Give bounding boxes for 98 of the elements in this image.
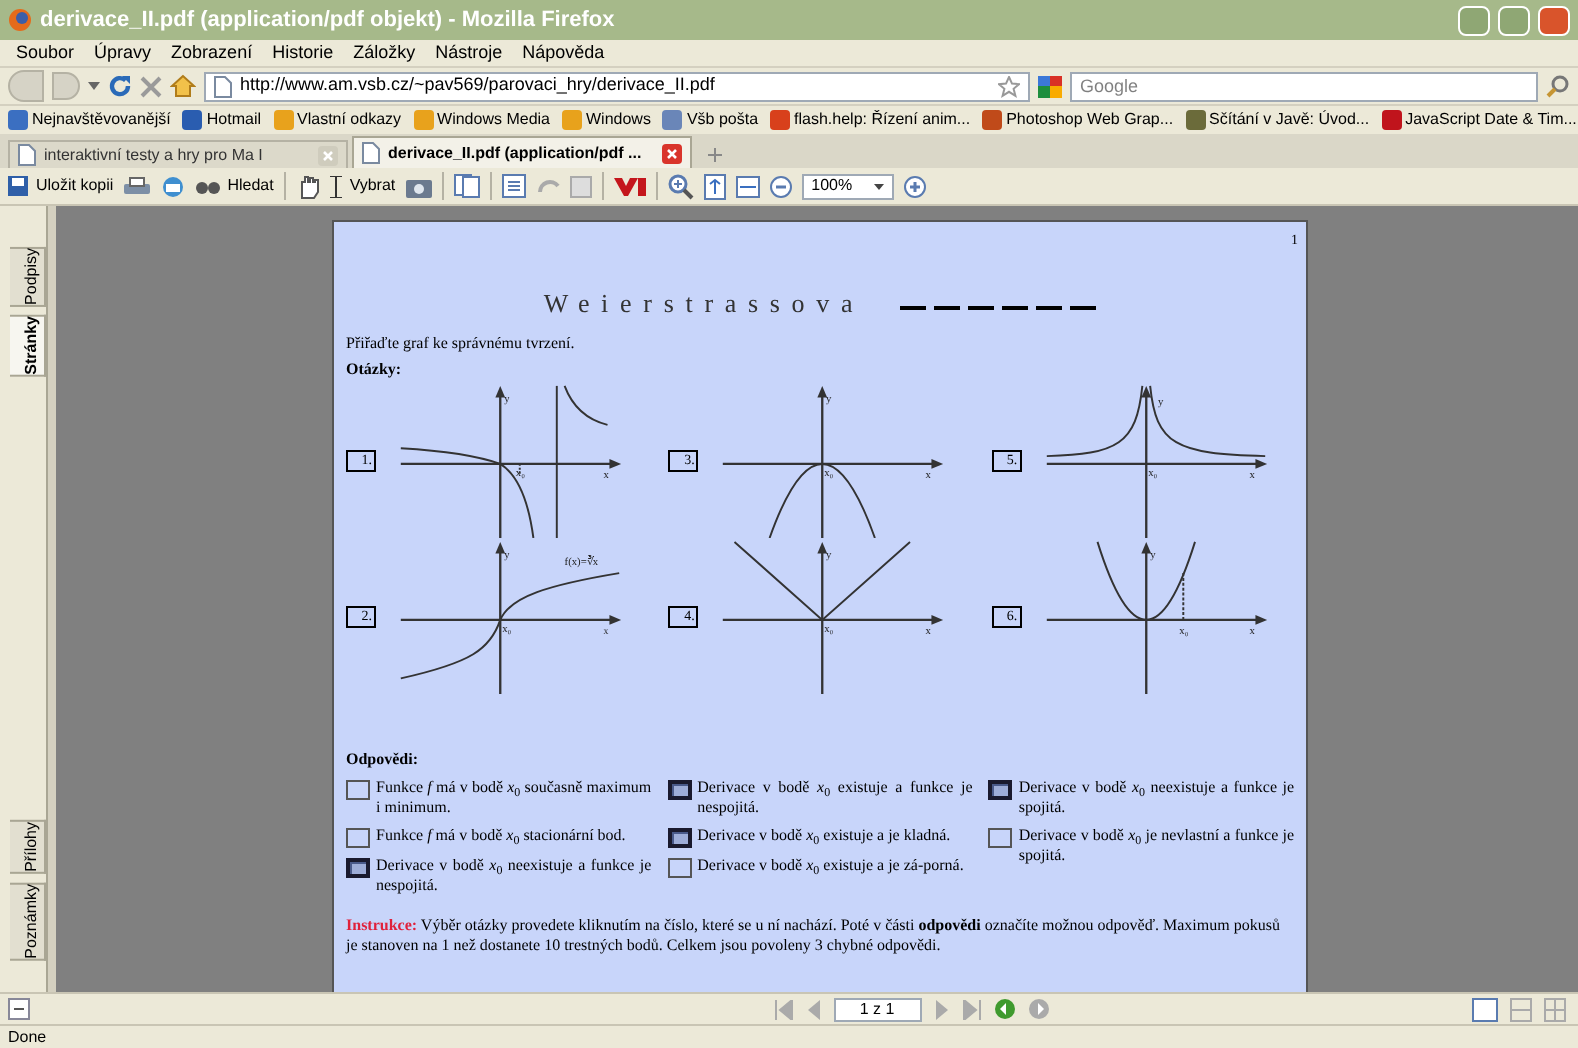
bookmark-item[interactable]: Všb pošta xyxy=(662,108,759,132)
answer-checkbox[interactable] xyxy=(667,780,692,800)
bookmark-item[interactable]: JavaScript Date & Tim... xyxy=(1381,108,1577,132)
minimize-button[interactable] xyxy=(1458,5,1490,35)
bookmark-item[interactable]: Sčítání v Javě: Úvod... xyxy=(1185,108,1370,132)
favicon-icon xyxy=(8,110,28,130)
puzzle-title: Weierstrassova xyxy=(543,294,865,314)
search-engine-icon[interactable] xyxy=(1038,75,1062,97)
page-icon xyxy=(362,142,380,164)
answer-text: Derivace v bodě x$_{0}$ existuje a funkce je nespojitá. xyxy=(697,778,973,818)
forward-view-icon[interactable] xyxy=(1027,998,1049,1020)
find-button[interactable]: Hledat xyxy=(195,174,274,198)
answer-checkbox[interactable] xyxy=(346,828,370,848)
close-button[interactable] xyxy=(1538,5,1570,35)
questions-heading: Otázky: xyxy=(346,360,404,380)
caret-icon xyxy=(873,183,884,189)
text-cursor-icon xyxy=(329,175,342,197)
url-text: http://www.am.vsb.cz/~pav569/parovaci_hry/derivace_II.pdf xyxy=(240,72,717,99)
favicon-icon xyxy=(662,110,683,130)
answer-text: Derivace v bodě x$_{0}$ neexistuje a funkce je spojitá. xyxy=(1018,778,1294,818)
favicon-icon xyxy=(413,110,434,130)
printer-icon[interactable] xyxy=(123,175,150,197)
answer-checkbox[interactable] xyxy=(667,828,692,848)
fit-width-icon[interactable] xyxy=(735,175,760,197)
select-button[interactable]: Vybrat xyxy=(329,174,396,198)
search-field[interactable]: Google xyxy=(1070,71,1538,101)
answer-text: Funkce f má v bodě x$_{0}$ současně maximum i minimum. xyxy=(376,778,652,818)
page-icon xyxy=(214,75,232,97)
menu-item[interactable]: Soubor xyxy=(16,39,75,67)
answer-checkbox[interactable] xyxy=(346,858,370,878)
menu-item[interactable]: Zobrazení xyxy=(171,39,253,67)
browser-logo-icon xyxy=(8,8,32,32)
browser-tab[interactable]: interaktivní testy a hry pro Ma I xyxy=(8,140,348,168)
zoom-field[interactable]: 100% xyxy=(801,173,894,199)
answer-checkbox[interactable] xyxy=(346,780,370,800)
page-icon xyxy=(18,144,36,166)
answer-text: Derivace v bodě x$_{0}$ existuje a je zá-porná. xyxy=(697,856,964,876)
bookmark-item[interactable]: Vlastní odkazy xyxy=(273,108,402,132)
answer-checkbox[interactable] xyxy=(988,780,1013,800)
hand-icon[interactable] xyxy=(295,173,320,199)
maximize-button[interactable] xyxy=(1498,5,1530,35)
home-icon[interactable] xyxy=(170,74,196,98)
curve-drawing xyxy=(1095,540,1196,621)
answer-text: Derivace v bodě x$_{0}$ neexistuje a funkce je nespojitá. xyxy=(376,856,652,896)
answer-text: Derivace v bodě x$_{0}$ existuje a je kladná. xyxy=(697,826,951,846)
menu-item[interactable]: Nástroje xyxy=(435,39,503,67)
close-tab-icon[interactable] xyxy=(662,143,682,163)
side-tab[interactable]: Podpisy xyxy=(10,246,46,307)
address-field[interactable]: http://www.am.vsb.cz/~pav569/parovaci_hry/derivace_II.pdf xyxy=(204,71,1030,101)
browser-tab[interactable]: derivace_II.pdf (application/pdf ... xyxy=(352,136,692,168)
side-tab[interactable]: Přílohy xyxy=(10,819,46,874)
zoom-out-icon[interactable] xyxy=(769,175,792,197)
bookmark-item[interactable]: Hotmail xyxy=(182,108,261,132)
menu-item[interactable]: Záložky xyxy=(353,39,416,67)
favicon-icon xyxy=(1381,110,1402,130)
status-text: Done xyxy=(8,1025,47,1048)
pages-icon[interactable] xyxy=(453,174,480,198)
bookmark-item[interactable]: Photoshop Web Grap... xyxy=(982,108,1174,132)
favicon-icon xyxy=(770,110,791,130)
binoculars-icon xyxy=(195,176,220,196)
fit-page-icon[interactable] xyxy=(703,173,726,199)
reload-icon[interactable] xyxy=(108,74,132,98)
star-icon[interactable] xyxy=(998,75,1020,97)
answer-text: Funkce f má v bodě x$_{0}$ stacionární bod. xyxy=(376,826,626,846)
answer-text: Derivace v bodě x$_{0}$ je nevlastní a funkce je spojitá. xyxy=(1018,826,1294,866)
single-page-icon[interactable] xyxy=(1472,997,1498,1021)
back-view-icon[interactable] xyxy=(993,998,1015,1020)
new-tab-icon[interactable] xyxy=(707,147,721,161)
menu-item[interactable]: Nápověda xyxy=(522,39,605,67)
favicon-icon xyxy=(273,110,293,130)
page-field[interactable]: 1 z 1 xyxy=(833,997,921,1021)
stop-icon[interactable] xyxy=(140,75,162,97)
window-title: derivace_II.pdf (application/pdf objekt) - Mozilla Firefox xyxy=(40,5,617,36)
side-tab[interactable]: Stránky xyxy=(10,314,46,378)
bookmark-item[interactable]: flash.help: Řízení anim... xyxy=(770,108,971,132)
bookmark-item[interactable]: Windows xyxy=(562,108,651,132)
prompt-text: Přiřaďte graf ke správnému tvrzení. xyxy=(346,334,577,354)
answer-checkbox[interactable] xyxy=(667,858,692,878)
save-copy-button[interactable]: Uložit kopii xyxy=(8,174,114,198)
answers-heading: Odpovědi: xyxy=(346,750,421,770)
favicon-icon xyxy=(1185,110,1206,130)
instructions-text: Instrukce: Výběr otázky provedete kliknutím na číslo, které se u ní nachází. Poté v části odpovědi označíte možnou odpověď. Maximum pokusů je stanoven na 1 než dostanete 10 trestných bodů. Celkem jsou povoleny 3 chybné odpovědi. xyxy=(346,916,1282,956)
answer-checkbox[interactable] xyxy=(988,828,1013,848)
panel-toggle-icon[interactable] xyxy=(8,998,30,1020)
bookmark-item[interactable]: Nejnavštěvovanější xyxy=(8,108,171,132)
dropdown-icon[interactable] xyxy=(88,82,100,90)
zoom-plus-icon[interactable] xyxy=(903,175,926,197)
menu-item[interactable]: Úpravy xyxy=(94,39,152,67)
favicon-icon xyxy=(182,110,203,130)
side-tab[interactable]: Poznámky xyxy=(10,881,46,960)
zoom-in-icon[interactable] xyxy=(667,173,694,199)
search-icon[interactable] xyxy=(1546,74,1570,98)
camera-icon[interactable] xyxy=(405,175,432,197)
favicon-icon xyxy=(982,110,1003,130)
bookmark-item[interactable]: Windows Media xyxy=(413,108,550,132)
favicon-icon xyxy=(562,110,582,130)
document-icon[interactable] xyxy=(501,174,526,198)
menu-item[interactable]: Historie xyxy=(272,39,334,67)
